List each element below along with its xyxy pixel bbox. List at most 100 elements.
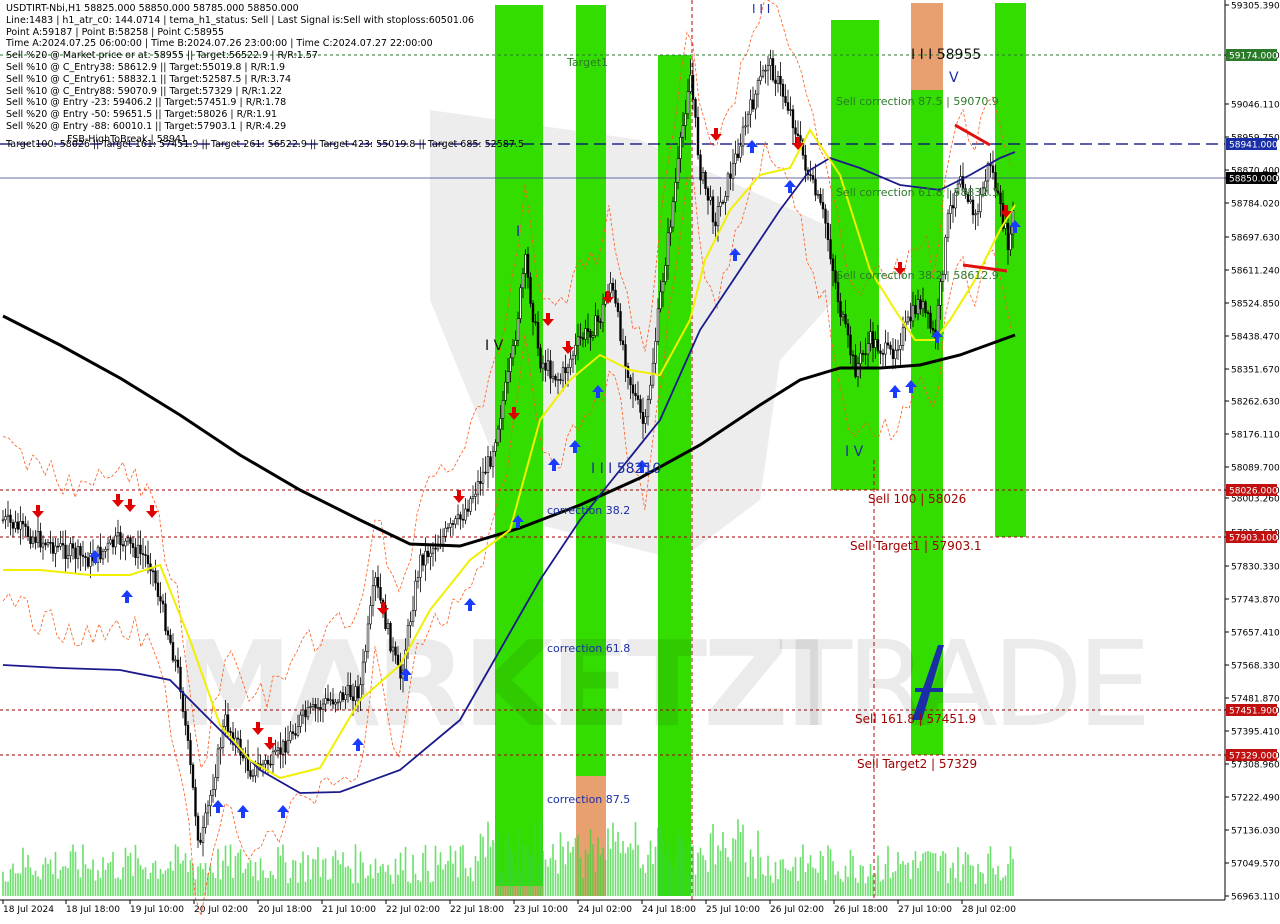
candle-body bbox=[876, 339, 880, 352]
volume-bar bbox=[387, 865, 389, 896]
candle-body bbox=[684, 113, 687, 126]
candle-body bbox=[336, 701, 340, 704]
volume-bar bbox=[664, 851, 667, 896]
candle-body bbox=[741, 126, 745, 147]
candle-body bbox=[591, 335, 595, 338]
candle-body bbox=[301, 709, 305, 716]
candle-body bbox=[536, 321, 540, 349]
volume-bar bbox=[139, 865, 142, 896]
volume-bar bbox=[252, 876, 254, 896]
candle-body bbox=[784, 96, 787, 103]
price-tag-label: 58026.000 bbox=[1229, 487, 1278, 497]
info-line: Sell %10 @ C_Entry61: 58832.1 || Target:… bbox=[6, 73, 292, 85]
candle-body bbox=[316, 706, 320, 709]
volume-bar bbox=[527, 845, 529, 896]
candle-body bbox=[236, 737, 240, 740]
volume-bar bbox=[2, 871, 4, 896]
candle-body bbox=[664, 265, 667, 283]
volume-bar bbox=[937, 871, 939, 896]
candle-body bbox=[889, 344, 892, 350]
volume-bar bbox=[669, 862, 672, 896]
volume-bar bbox=[567, 841, 569, 896]
volume-bar bbox=[134, 844, 137, 896]
watermark-logo-bar bbox=[915, 688, 943, 692]
candle-body bbox=[34, 536, 37, 543]
candle-body bbox=[59, 543, 62, 547]
candle-body bbox=[459, 514, 462, 520]
volume-bar bbox=[1004, 875, 1007, 896]
volume-bar bbox=[584, 849, 587, 896]
volume-bar bbox=[1012, 858, 1014, 896]
volume-bar bbox=[314, 859, 317, 896]
candle-body bbox=[366, 623, 370, 652]
volume-bar bbox=[647, 854, 649, 896]
candle-body bbox=[474, 493, 477, 497]
volume-bar bbox=[854, 877, 857, 896]
volume-bar bbox=[12, 863, 14, 896]
volume-bar bbox=[197, 866, 199, 896]
candle-body bbox=[206, 805, 210, 814]
volume-bar bbox=[902, 861, 904, 896]
candle-body bbox=[531, 303, 535, 323]
volume-bar bbox=[149, 872, 152, 896]
candle-body bbox=[116, 532, 120, 537]
volume-bar bbox=[132, 875, 134, 896]
candle-body bbox=[326, 698, 330, 701]
candle-body bbox=[721, 201, 725, 204]
volume-bar bbox=[642, 864, 644, 896]
volume-bar bbox=[942, 851, 944, 896]
candle-body bbox=[951, 205, 955, 209]
price-tick-label: 58351.670 bbox=[1231, 366, 1280, 376]
candle-body bbox=[101, 550, 105, 560]
volume-bar bbox=[114, 878, 117, 896]
volume-bar bbox=[742, 824, 744, 896]
candle-body bbox=[126, 537, 130, 542]
candle-body bbox=[251, 775, 255, 778]
candle-body bbox=[581, 337, 585, 340]
candle-body bbox=[274, 749, 277, 753]
info-line: Sell %20 @ Entry -88: 60010.1 || Target:… bbox=[6, 120, 287, 132]
candle-body bbox=[141, 553, 145, 555]
volume-bar bbox=[79, 877, 82, 896]
volume-bar bbox=[987, 853, 989, 896]
chart-canvas[interactable]: MARKETZI TRADE Target1 I I I I I I 58955… bbox=[0, 0, 1280, 920]
volume-bar bbox=[944, 853, 947, 896]
time-tick-label: 26 Jul 18:00 bbox=[834, 905, 888, 915]
candle-body bbox=[186, 724, 190, 741]
candle-body bbox=[509, 357, 512, 372]
price-tag-label: 58850.000 bbox=[1229, 175, 1278, 185]
volume-bar bbox=[749, 849, 752, 896]
candle-body bbox=[466, 508, 470, 512]
volume-bar bbox=[459, 846, 462, 896]
candle-body bbox=[914, 305, 917, 315]
candle-body bbox=[526, 254, 530, 278]
candle-body bbox=[341, 692, 345, 701]
volume-bar bbox=[914, 851, 917, 896]
volume-bar bbox=[464, 868, 467, 896]
candle-body bbox=[9, 514, 12, 523]
candle-body bbox=[946, 213, 950, 238]
volume-bar bbox=[959, 881, 962, 896]
volume-bar bbox=[762, 874, 764, 896]
volume-bar bbox=[769, 875, 772, 896]
volume-bar bbox=[519, 873, 522, 896]
candle-body bbox=[631, 384, 635, 394]
candle-body bbox=[804, 154, 807, 171]
candle-body bbox=[441, 536, 445, 545]
candle-body bbox=[731, 163, 735, 179]
volume-bar bbox=[627, 847, 629, 896]
candle-body bbox=[356, 686, 360, 699]
watermark: MARKETZI TRADE bbox=[175, 615, 1151, 753]
volume-bar bbox=[104, 869, 107, 896]
candle-body bbox=[841, 314, 845, 318]
volume-bar bbox=[224, 845, 227, 896]
trading-chart[interactable]: MARKETZI TRADE Target1 I I I I I I 58955… bbox=[0, 0, 1280, 920]
time-tick-label: 25 Jul 10:00 bbox=[706, 905, 760, 915]
volume-bar bbox=[214, 878, 217, 896]
candle-body bbox=[39, 531, 42, 548]
candle-body bbox=[569, 358, 572, 368]
volume-bar bbox=[484, 857, 487, 896]
volume-bar bbox=[889, 877, 892, 896]
label-wave-iv-left: I V bbox=[485, 338, 504, 354]
price-tick-label: 58262.630 bbox=[1231, 398, 1280, 408]
